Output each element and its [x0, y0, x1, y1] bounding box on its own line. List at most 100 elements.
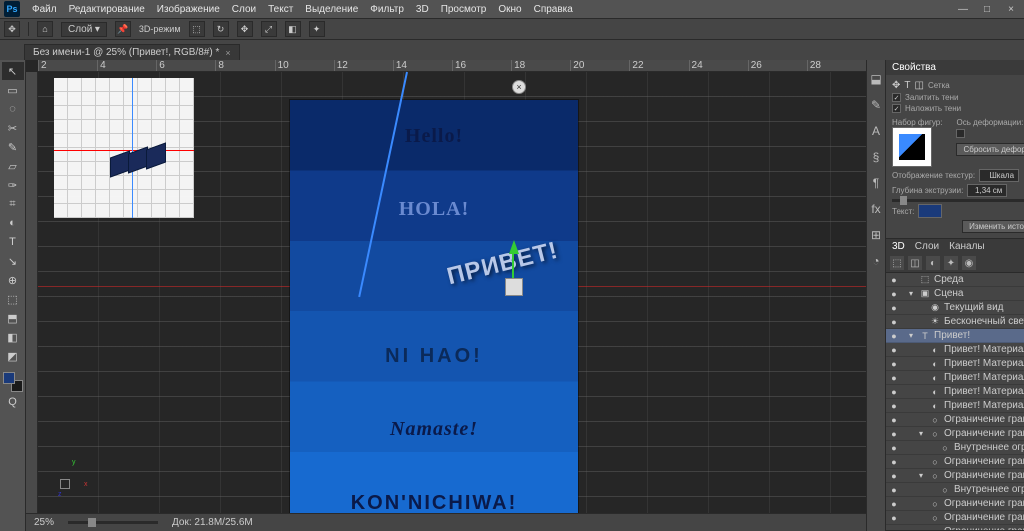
deform-axis-toggle[interactable]: [956, 129, 965, 138]
scene-item[interactable]: ●○Внутреннее ограничение 6: [886, 483, 1024, 497]
extrusion-slider[interactable]: [892, 199, 1024, 202]
prop-icon-type[interactable]: T: [904, 80, 910, 91]
3d-scene-tree[interactable]: ●⬚Среда●▾▣Сцена●◉Текущий вид●☀Бесконечны…: [886, 273, 1024, 530]
mode-orbit-icon[interactable]: ⬚: [189, 21, 205, 37]
brush-tool[interactable]: ✑: [2, 176, 24, 194]
scene-item[interactable]: ●◐Привет! Материал переднего скоса: [886, 357, 1024, 371]
scene-item[interactable]: ●▾TПривет!: [886, 329, 1024, 343]
menu-filter[interactable]: Фильтр: [370, 4, 404, 15]
marquee-tool[interactable]: ▭: [2, 81, 24, 99]
disclosure-icon[interactable]: ▾: [906, 331, 916, 340]
edit-source-button[interactable]: Изменить источник: [962, 220, 1024, 233]
fill-shadow-checkbox[interactable]: [892, 93, 901, 102]
menu-layer[interactable]: Слои: [232, 4, 256, 15]
3d-tab[interactable]: 3D: [892, 241, 905, 252]
scene-item[interactable]: ●◐Привет! Материал задней выпуклости: [886, 399, 1024, 413]
scene-item[interactable]: ●○Ограничение границ 9: [886, 525, 1024, 530]
layers-tab[interactable]: Слои: [915, 241, 939, 252]
menu-view[interactable]: Просмотр: [441, 4, 487, 15]
filter-material-icon[interactable]: ◐: [926, 256, 940, 270]
frame-tool[interactable]: ▱: [2, 157, 24, 175]
hand-tool[interactable]: ⬚: [2, 290, 24, 308]
channels-tab[interactable]: Каналы: [949, 241, 985, 252]
3d-axis-gizmo[interactable]: [491, 240, 531, 310]
menu-select[interactable]: Выделение: [305, 4, 358, 15]
scene-item[interactable]: ●▾○Ограничение границ 2: [886, 427, 1024, 441]
properties-tab[interactable]: Свойства: [892, 62, 936, 73]
scene-item[interactable]: ●☀Бесконечный свет 1: [886, 315, 1024, 329]
canvas-area[interactable]: 246810121416182022242628 Hello! HOLA! NI…: [26, 60, 866, 531]
menu-type[interactable]: Текст: [268, 4, 293, 15]
lasso-tool[interactable]: ◌: [2, 100, 24, 118]
menu-edit[interactable]: Редактирование: [69, 4, 145, 15]
visibility-toggle-icon[interactable]: ●: [888, 429, 900, 439]
visibility-toggle-icon[interactable]: ●: [888, 527, 900, 531]
scene-item[interactable]: ●○Ограничение границ 7: [886, 497, 1024, 511]
cast-shadow-checkbox[interactable]: [892, 104, 901, 113]
shape-tool[interactable]: ⊕: [2, 271, 24, 289]
visibility-toggle-icon[interactable]: ●: [888, 331, 900, 341]
mode-slide-icon[interactable]: ⤢: [261, 21, 277, 37]
reset-deform-button[interactable]: Сбросить деформацию: [956, 143, 1024, 156]
glyphs-panel-icon[interactable]: ¶: [867, 174, 885, 192]
history-panel-icon[interactable]: ◔: [867, 252, 885, 270]
scene-item[interactable]: ●◉Текущий вид: [886, 301, 1024, 315]
visibility-toggle-icon[interactable]: ●: [888, 345, 900, 355]
gradient-tool[interactable]: ◐: [2, 214, 24, 232]
scene-item[interactable]: ●▾▣Сцена: [886, 287, 1024, 301]
visibility-toggle-icon[interactable]: ●: [888, 499, 900, 509]
visibility-toggle-icon[interactable]: ●: [888, 387, 900, 397]
scene-item[interactable]: ●◐Привет! Материал передней выпукл...: [886, 343, 1024, 357]
disclosure-icon[interactable]: ▾: [906, 289, 916, 298]
adjustments-panel-icon[interactable]: ⊞: [867, 226, 885, 244]
zoom-tool[interactable]: ⬒: [2, 309, 24, 327]
visibility-toggle-icon[interactable]: ●: [888, 373, 900, 383]
character-panel-icon[interactable]: A: [867, 122, 885, 140]
scene-item[interactable]: ●⬚Среда: [886, 273, 1024, 287]
filter-scene-icon[interactable]: ⬚: [890, 256, 904, 270]
gizmo-center-icon[interactable]: [505, 278, 523, 296]
pin-icon[interactable]: 📌: [115, 21, 131, 37]
scene-item[interactable]: ●○Ограничение границ 1: [886, 413, 1024, 427]
scene-item[interactable]: ●◐Привет! Материал заднего скоса: [886, 385, 1024, 399]
move-tool[interactable]: ↖: [2, 62, 24, 80]
secondary-view[interactable]: [54, 78, 194, 218]
visibility-toggle-icon[interactable]: ●: [888, 443, 900, 453]
scene-item[interactable]: ●◐Привет! Материал экструзии: [886, 371, 1024, 385]
visibility-toggle-icon[interactable]: ●: [888, 317, 900, 327]
mode-pan-icon[interactable]: ✥: [237, 21, 253, 37]
path-tool[interactable]: ↘: [2, 252, 24, 270]
scene-item[interactable]: ●▾○Ограничение границ 5: [886, 469, 1024, 483]
visibility-toggle-icon[interactable]: ●: [888, 359, 900, 369]
swatches-panel-icon[interactable]: ✎: [867, 96, 885, 114]
mode-scale-icon[interactable]: ◧: [285, 21, 301, 37]
window-minimize[interactable]: —: [954, 4, 972, 15]
eyedropper-tool[interactable]: ✎: [2, 138, 24, 156]
extra-tool[interactable]: ◩: [2, 347, 24, 365]
visibility-toggle-icon[interactable]: ●: [888, 303, 900, 313]
menu-3d[interactable]: 3D: [416, 4, 429, 15]
scene-item[interactable]: ●○Ограничение границ 8: [886, 511, 1024, 525]
prop-icon-mesh[interactable]: ✥: [892, 80, 900, 91]
disclosure-icon[interactable]: ▾: [916, 429, 926, 438]
visibility-toggle-icon[interactable]: ●: [888, 485, 900, 495]
color-swatches[interactable]: [3, 372, 23, 392]
visibility-toggle-icon[interactable]: ●: [888, 401, 900, 411]
filter-light-icon[interactable]: ✦: [944, 256, 958, 270]
pattern-tool[interactable]: ⌗: [2, 195, 24, 213]
world-axes-icon[interactable]: y x z: [60, 461, 96, 497]
close-tab-icon[interactable]: ×: [225, 48, 230, 58]
document-tab[interactable]: Без имени-1 @ 25% (Привет!, RGB/8#) * ×: [24, 44, 240, 60]
extrusion-depth-input[interactable]: 1,34 см: [967, 184, 1007, 197]
zoom-slider[interactable]: [68, 521, 158, 524]
quickmask-toggle[interactable]: Q: [2, 393, 24, 411]
texture-display-select[interactable]: Шкала: [979, 169, 1019, 182]
layer-target-select[interactable]: Слой ▾: [61, 22, 107, 37]
shape-preset-preview[interactable]: [892, 127, 932, 167]
visibility-toggle-icon[interactable]: ●: [888, 415, 900, 425]
gizmo-y-arrow-icon[interactable]: [509, 240, 519, 254]
disclosure-icon[interactable]: ▾: [916, 471, 926, 480]
mode-rotate-icon[interactable]: ↻: [213, 21, 229, 37]
menu-file[interactable]: Файл: [32, 4, 57, 15]
scene-item[interactable]: ●○Внутреннее ограничение 3: [886, 441, 1024, 455]
